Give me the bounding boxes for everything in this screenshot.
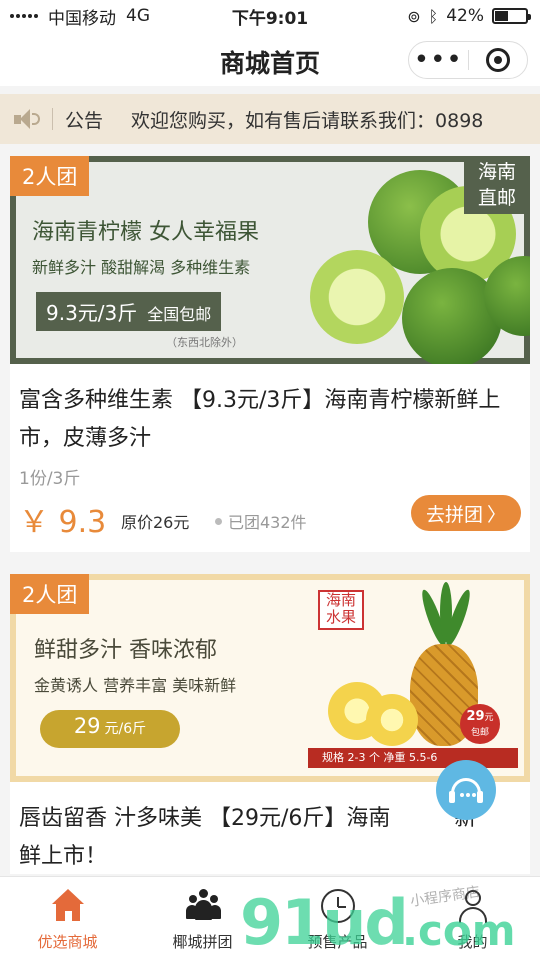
join-group-button[interactable]: 去拼团〉	[411, 495, 521, 531]
price-line: ￥ 9.3 原价26元 已团432件 去拼团〉	[19, 493, 521, 549]
product-card[interactable]: 2人团 鲜甜多汁 香味浓郁 金黄诱人 营养丰富 美味新鲜 29 元/6斤 海南 …	[10, 574, 530, 874]
miniprogram-capsule: •••	[408, 41, 528, 79]
product-name-text: 唇齿留香 汁多味美 【29元/6斤】海南	[19, 806, 391, 831]
group-tag: 2人团	[10, 574, 90, 614]
product-spec: 1份/3斤	[19, 469, 81, 489]
battery-percent: 42%	[446, 6, 484, 26]
dot-icon	[215, 517, 222, 525]
home-icon	[51, 889, 85, 923]
price-badge: 29元 包邮	[460, 704, 500, 744]
tab-label: 我的	[457, 933, 488, 951]
product-info: 富含多种维生素 【9.3元/3斤】海南青柠檬新鲜上市，皮薄多汁 1份/3斤 ￥ …	[10, 364, 530, 549]
product-card[interactable]: 2人团 海南青柠檬 女人幸福果 新鲜多汁 酸甜解渴 多种维生素 9.3元/3斤 …	[10, 156, 530, 552]
rotation-lock-icon: ⊚	[407, 6, 421, 26]
announcement-bar[interactable]: 公告 欢迎您购买，如有售后请联系我们：0898	[0, 94, 540, 144]
stamp-line2: 水果	[325, 608, 356, 626]
stamp-line1: 海南	[325, 591, 356, 609]
close-target-icon[interactable]	[468, 48, 527, 72]
banner-price-box: 9.3元/3斤 全国包邮	[36, 292, 222, 331]
banner-note: （东西北除外）	[166, 336, 243, 349]
bluetooth-icon: ᛒ	[428, 6, 439, 26]
banner-shipping: 全国包邮	[147, 305, 212, 324]
banner-subline: 新鲜多汁 酸甜解渴 多种维生素	[32, 258, 251, 277]
banner-price-pill: 29 元/6斤	[40, 710, 180, 748]
lime-slice-image	[310, 250, 404, 344]
tab-group-buy[interactable]: 椰城拼团	[135, 877, 270, 960]
badge-value: 29	[466, 709, 485, 724]
chevron-right-icon: 〉	[487, 503, 507, 526]
speaker-icon	[14, 108, 42, 130]
hainan-fruit-stamp: 海南 水果	[318, 590, 364, 630]
product-name[interactable]: 富含多种维生素 【9.3元/3斤】海南青柠檬新鲜上市，皮薄多汁	[19, 382, 521, 458]
user-icon	[456, 889, 490, 923]
notice-text: 欢迎您购买，如有售后请联系我们：0898	[131, 109, 484, 132]
badge-unit: 元	[484, 713, 494, 723]
clock-icon	[320, 889, 355, 923]
product-price: ￥ 9.3	[19, 505, 107, 540]
tab-bar: 优选商城 椰城拼团 预售产品 我的	[0, 876, 540, 960]
tab-label: 优选商城	[37, 933, 98, 951]
spec-bar: 规格 2-3 个 净重 5.5-6	[308, 748, 518, 768]
original-price: 原价26元	[121, 513, 190, 532]
battery-icon	[492, 8, 531, 24]
tab-label: 椰城拼团	[172, 933, 233, 951]
tab-label: 预售产品	[307, 933, 368, 951]
join-group-label: 去拼团	[425, 503, 483, 526]
tab-presale[interactable]: 预售产品	[270, 877, 405, 960]
group-tag: 2人团	[10, 156, 90, 196]
tab-profile[interactable]: 我的	[405, 877, 540, 960]
corner-line2: 直邮	[477, 187, 516, 209]
product-banner-pineapple[interactable]: 2人团 鲜甜多汁 香味浓郁 金黄诱人 营养丰富 美味新鲜 29 元/6斤 海南 …	[10, 574, 530, 782]
more-dots-icon[interactable]: •••	[409, 47, 468, 73]
notice-label: 公告	[65, 109, 104, 132]
joined-text: 已团432件	[228, 513, 307, 532]
notice-divider	[52, 108, 53, 130]
banner-subline: 金黄诱人 营养丰富 美味新鲜	[34, 676, 237, 695]
banner-headline: 鲜甜多汁 香味浓郁	[34, 638, 217, 663]
status-bar: 中国移动 4G 下午9:01 ⊚ ᛒ 42%	[0, 0, 540, 32]
badge-note: 包邮	[470, 728, 489, 738]
product-banner-lime[interactable]: 2人团 海南青柠檬 女人幸福果 新鲜多汁 酸甜解渴 多种维生素 9.3元/3斤 …	[10, 156, 530, 364]
banner-headline: 海南青柠檬 女人幸福果	[32, 220, 259, 245]
banner-price-value: 29	[73, 714, 101, 738]
direct-mail-badge: 海南 直邮	[464, 156, 530, 214]
joined-count: 已团432件	[215, 509, 307, 533]
banner-price-unit: 元/6斤	[104, 721, 147, 737]
product-name-line2: 鲜上市！	[19, 844, 108, 869]
customer-service-button[interactable]	[436, 760, 496, 820]
corner-line1: 海南	[477, 161, 516, 183]
navigation-bar: 商城首页 •••	[0, 32, 540, 86]
customer-service-icon	[449, 778, 483, 803]
banner-price: 9.3元/3斤	[46, 301, 138, 325]
group-people-icon	[185, 889, 221, 923]
pineapple-slice-image	[366, 694, 418, 746]
tab-home[interactable]: 优选商城	[0, 877, 135, 960]
